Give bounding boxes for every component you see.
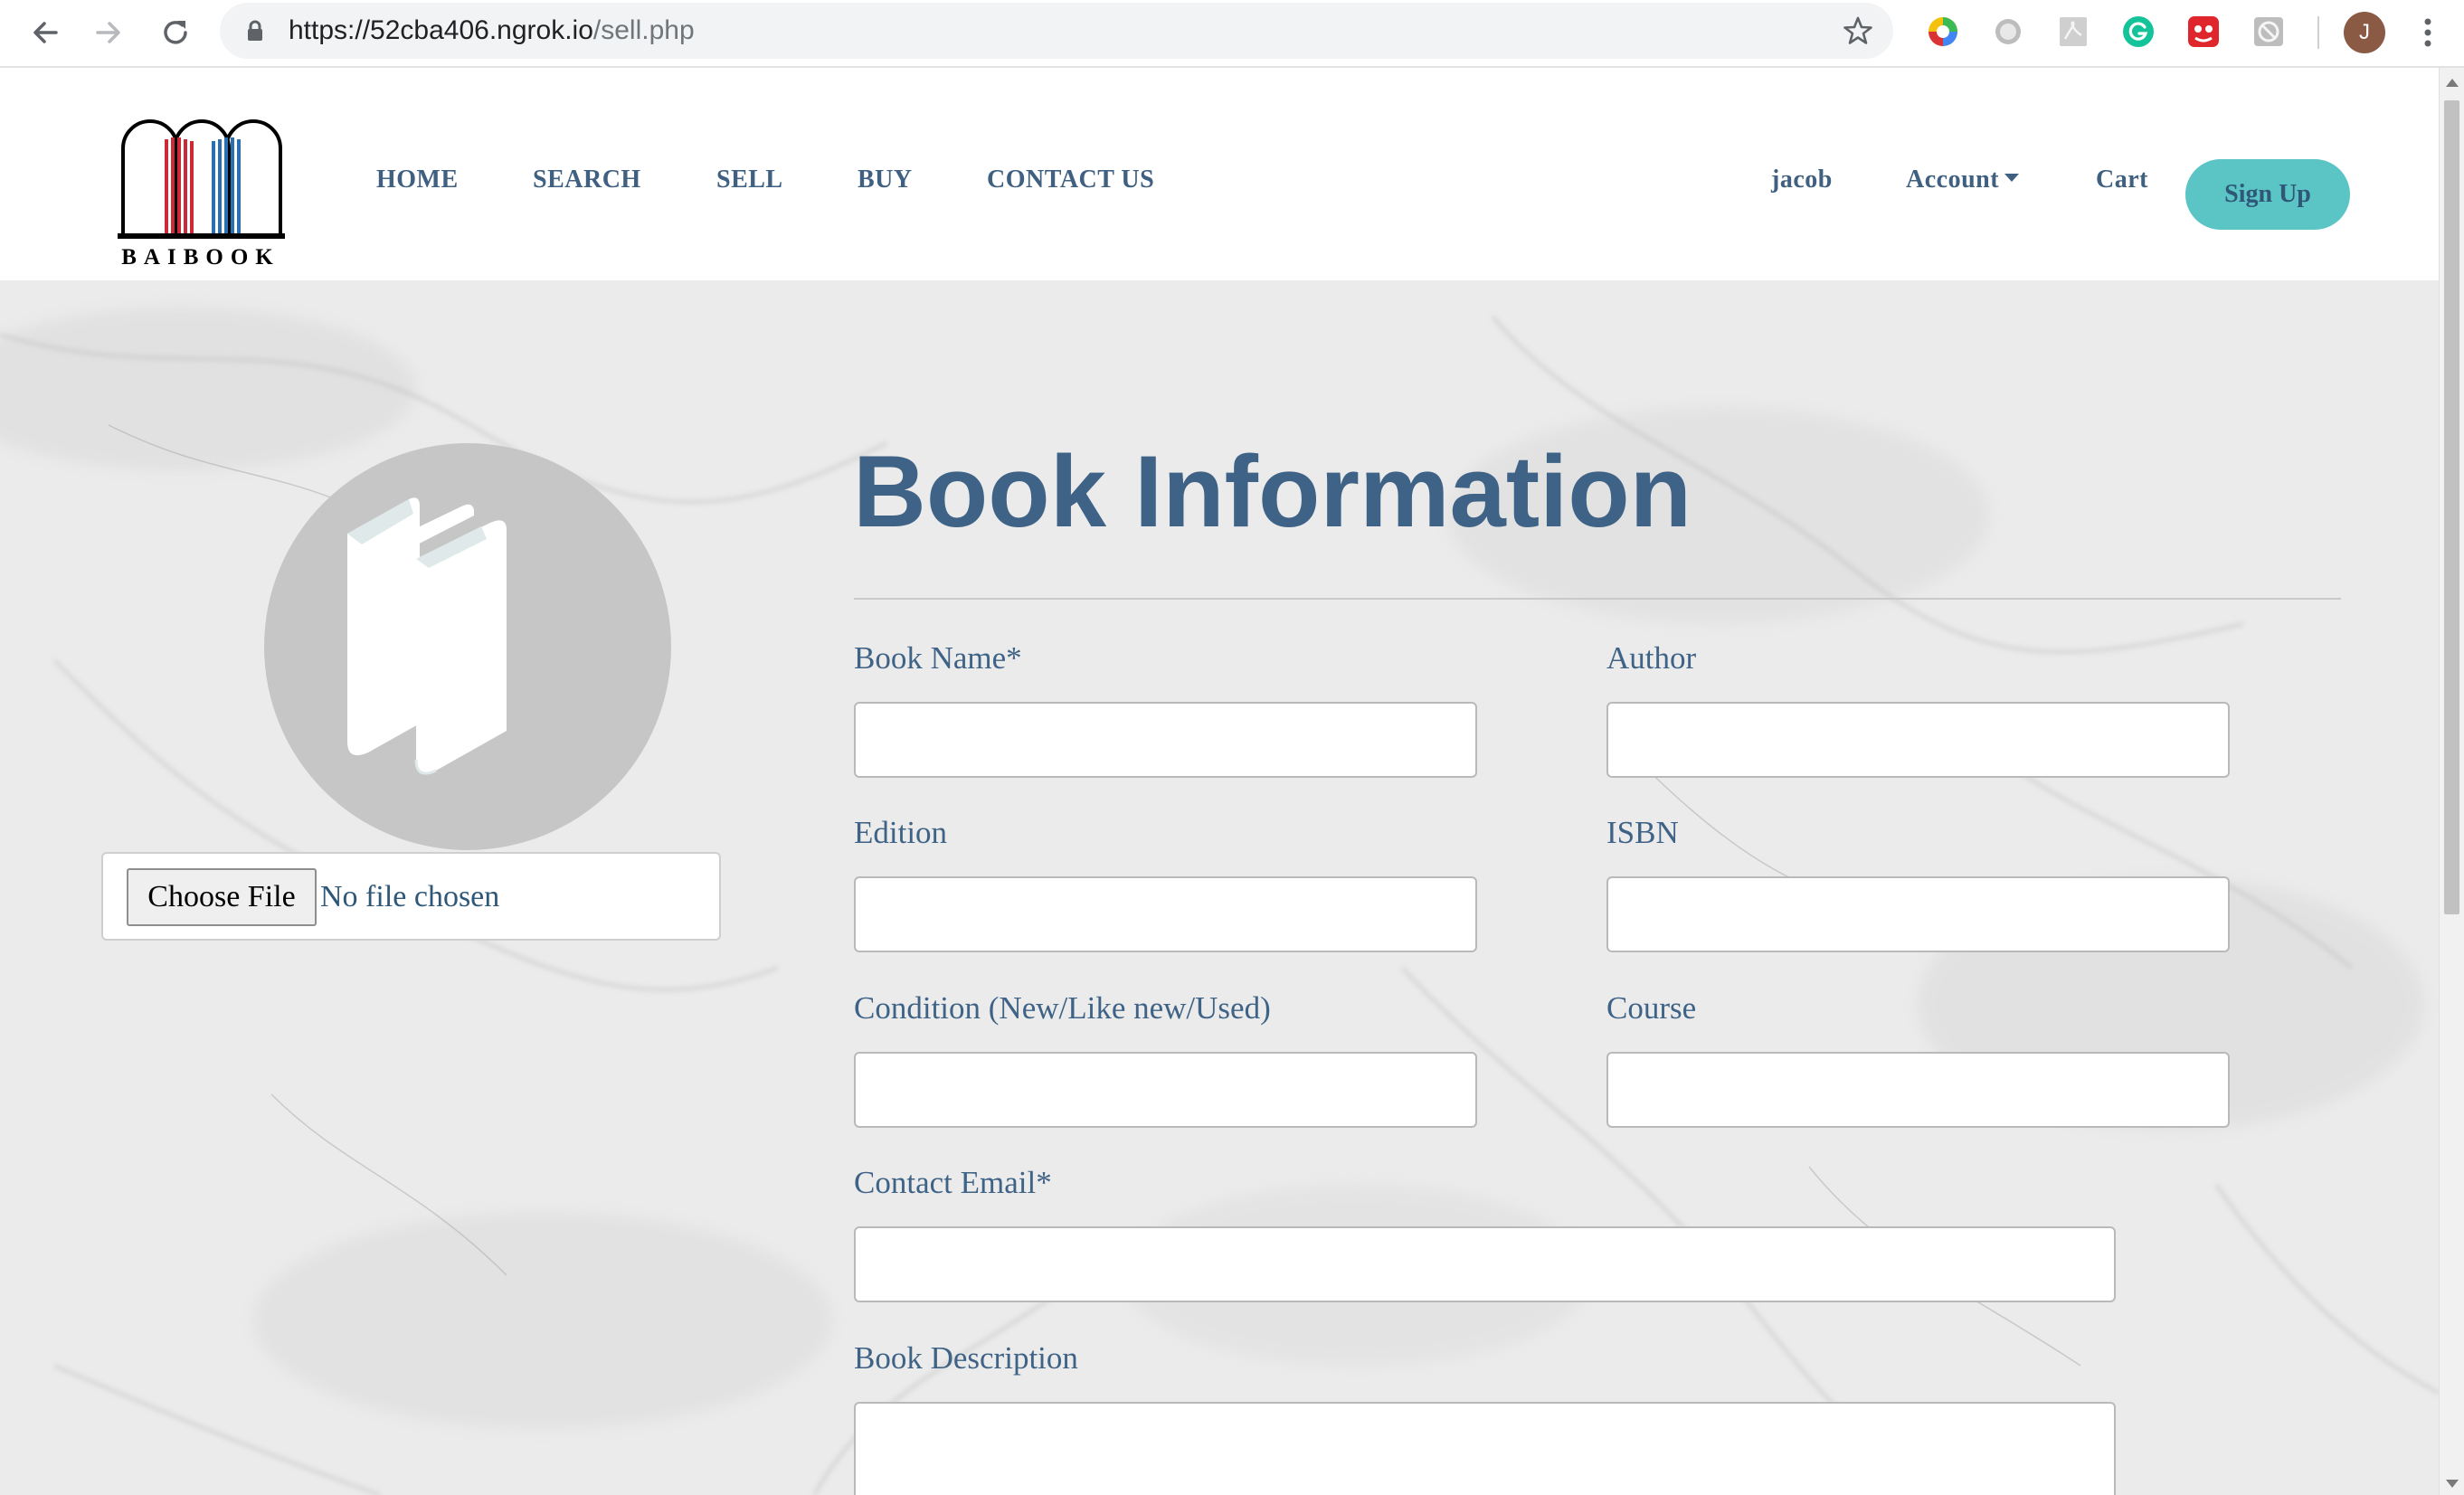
isbn-label: ISBN [1606, 815, 1679, 850]
books-icon [347, 497, 507, 775]
nav-account-dropdown[interactable]: Account [1906, 166, 2020, 194]
nav-search[interactable]: SEARCH [533, 166, 641, 194]
scroll-down-arrow-icon[interactable] [2446, 1480, 2459, 1488]
scroll-up-arrow-icon[interactable] [2446, 79, 2459, 87]
author-input[interactable] [1606, 702, 2230, 778]
address-bar[interactable]: https://52cba406.ngrok.io/sell.php [220, 3, 1893, 59]
page-title: Book Information [853, 435, 1692, 548]
caret-down-icon [2004, 174, 2020, 183]
site-header: BAIBOOK HOME SEARCH SELL BUY CONTACT US … [0, 68, 2439, 280]
pdf-extension-icon[interactable] [2055, 14, 2091, 50]
sign-up-button[interactable]: Sign Up [2185, 159, 2350, 230]
lock-icon [248, 20, 262, 41]
reload-icon[interactable] [156, 13, 195, 52]
grey-block-extension-icon[interactable] [2251, 14, 2287, 50]
nav-cart[interactable]: Cart [2096, 166, 2148, 194]
book-name-label: Book Name* [854, 640, 1022, 676]
nav-username[interactable]: jacob [1771, 166, 1833, 194]
baibook-logo[interactable]: BAIBOOK [118, 118, 285, 273]
book-placeholder-image [264, 443, 671, 850]
book-description-label: Book Description [854, 1340, 1078, 1376]
color-wheel-extension-icon[interactable] [1925, 14, 1961, 50]
grammarly-extension-icon[interactable] [2120, 14, 2156, 50]
menu-kebab-icon[interactable] [2421, 13, 2435, 52]
choose-file-button[interactable]: Choose File [127, 868, 317, 926]
nav-sell[interactable]: SELL [716, 166, 783, 194]
file-status-text: No file chosen [320, 880, 500, 913]
browser-toolbar: https://52cba406.ngrok.io/sell.php J [0, 0, 2464, 68]
page-scrollbar[interactable] [2439, 68, 2464, 1495]
forward-arrow-icon[interactable] [89, 13, 128, 52]
book-name-input[interactable] [854, 702, 1477, 778]
url-text: https://52cba406.ngrok.io/sell.php [289, 15, 695, 45]
contact-email-input[interactable] [854, 1226, 2116, 1302]
author-label: Author [1606, 640, 1697, 676]
circle-extension-icon[interactable] [1990, 14, 2026, 50]
isbn-input[interactable] [1606, 876, 2230, 952]
course-input[interactable] [1606, 1052, 2230, 1128]
file-upload-field: Choose File No file chosen [101, 852, 721, 941]
back-arrow-icon[interactable] [25, 13, 65, 52]
nav-contact-us[interactable]: CONTACT US [987, 166, 1154, 194]
bookmark-star-icon[interactable] [1843, 15, 1873, 46]
account-label: Account [1906, 166, 2000, 194]
condition-input[interactable] [854, 1052, 1477, 1128]
book-description-textarea[interactable] [854, 1402, 2116, 1495]
edition-label: Edition [854, 815, 948, 850]
red-extension-icon[interactable] [2185, 14, 2222, 50]
course-label: Course [1606, 990, 1697, 1026]
profile-avatar[interactable]: J [2344, 12, 2385, 53]
nav-home[interactable]: HOME [376, 166, 459, 194]
nav-buy[interactable]: BUY [858, 166, 913, 194]
title-divider [854, 598, 2341, 600]
logo-wordmark: BAIBOOK [121, 245, 280, 270]
condition-label: Condition (New/Like new/Used) [854, 990, 1271, 1026]
toolbar-divider [2317, 16, 2319, 49]
scrollbar-thumb[interactable] [2444, 100, 2459, 914]
contact-email-label: Contact Email* [854, 1165, 1052, 1200]
sell-page-body: Choose File No file chosen Book Informat… [0, 280, 2439, 1495]
edition-input[interactable] [854, 876, 1477, 952]
